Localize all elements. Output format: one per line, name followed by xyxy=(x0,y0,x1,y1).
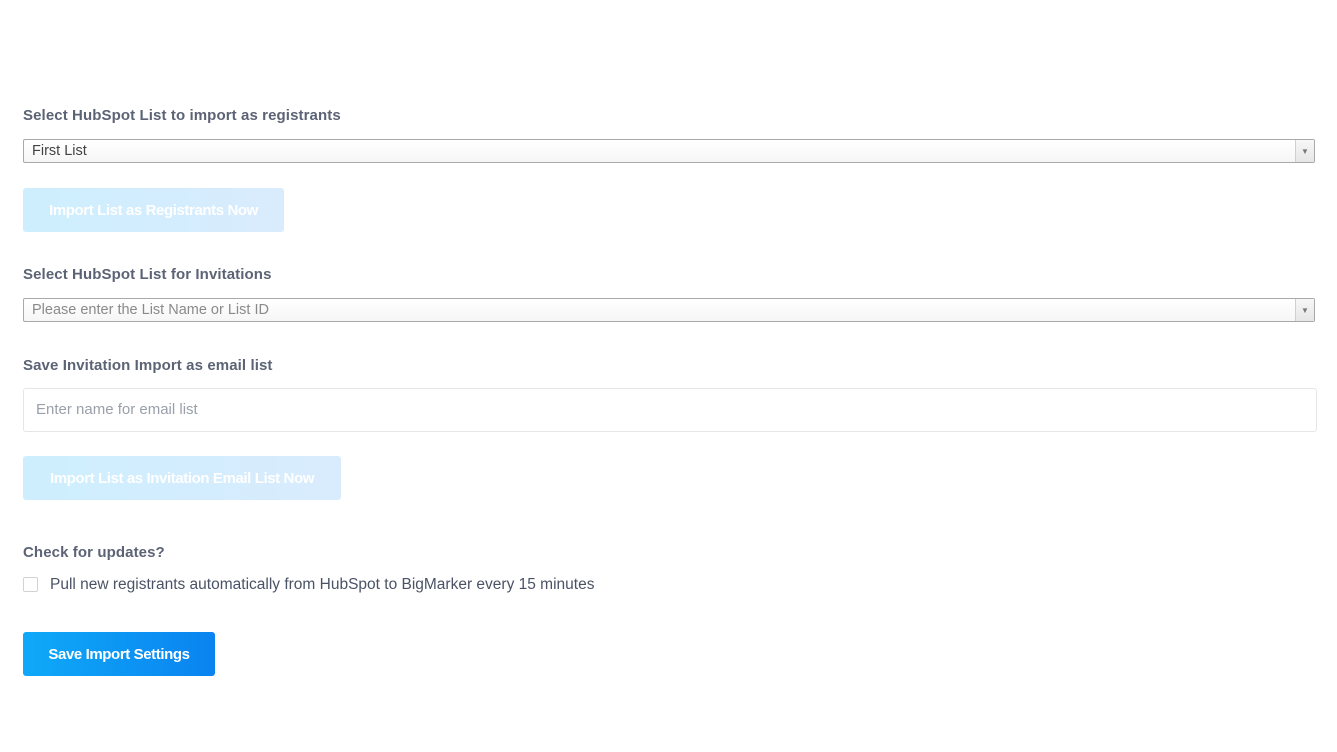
import-invitation-email-list-button[interactable]: Import List as Invitation Email List Now xyxy=(23,456,341,500)
chevron-down-icon[interactable]: ▼ xyxy=(1295,299,1314,321)
invitations-list-label: Select HubSpot List for Invitations xyxy=(23,266,272,283)
email-list-name-input[interactable]: Enter name for email list xyxy=(23,388,1317,432)
invitations-list-select[interactable]: Please enter the List Name or List ID ▼ xyxy=(23,298,1315,322)
import-registrants-button[interactable]: Import List as Registrants Now xyxy=(23,188,284,232)
chevron-down-icon[interactable]: ▼ xyxy=(1295,140,1314,162)
registrants-list-label: Select HubSpot List to import as registr… xyxy=(23,107,341,124)
auto-pull-checkbox[interactable] xyxy=(23,577,38,592)
email-list-name-placeholder: Enter name for email list xyxy=(36,401,198,418)
save-import-settings-button[interactable]: Save Import Settings xyxy=(23,632,215,676)
auto-pull-checkbox-label[interactable]: Pull new registrants automatically from … xyxy=(50,576,594,594)
registrants-list-selected-value: First List xyxy=(32,143,87,159)
registrants-list-select[interactable]: First List ▼ xyxy=(23,139,1315,163)
import-settings-page: Select HubSpot List to import as registr… xyxy=(0,0,1337,752)
invitations-list-placeholder: Please enter the List Name or List ID xyxy=(32,302,269,318)
email-list-label: Save Invitation Import as email list xyxy=(23,357,273,374)
check-updates-label: Check for updates? xyxy=(23,544,165,561)
